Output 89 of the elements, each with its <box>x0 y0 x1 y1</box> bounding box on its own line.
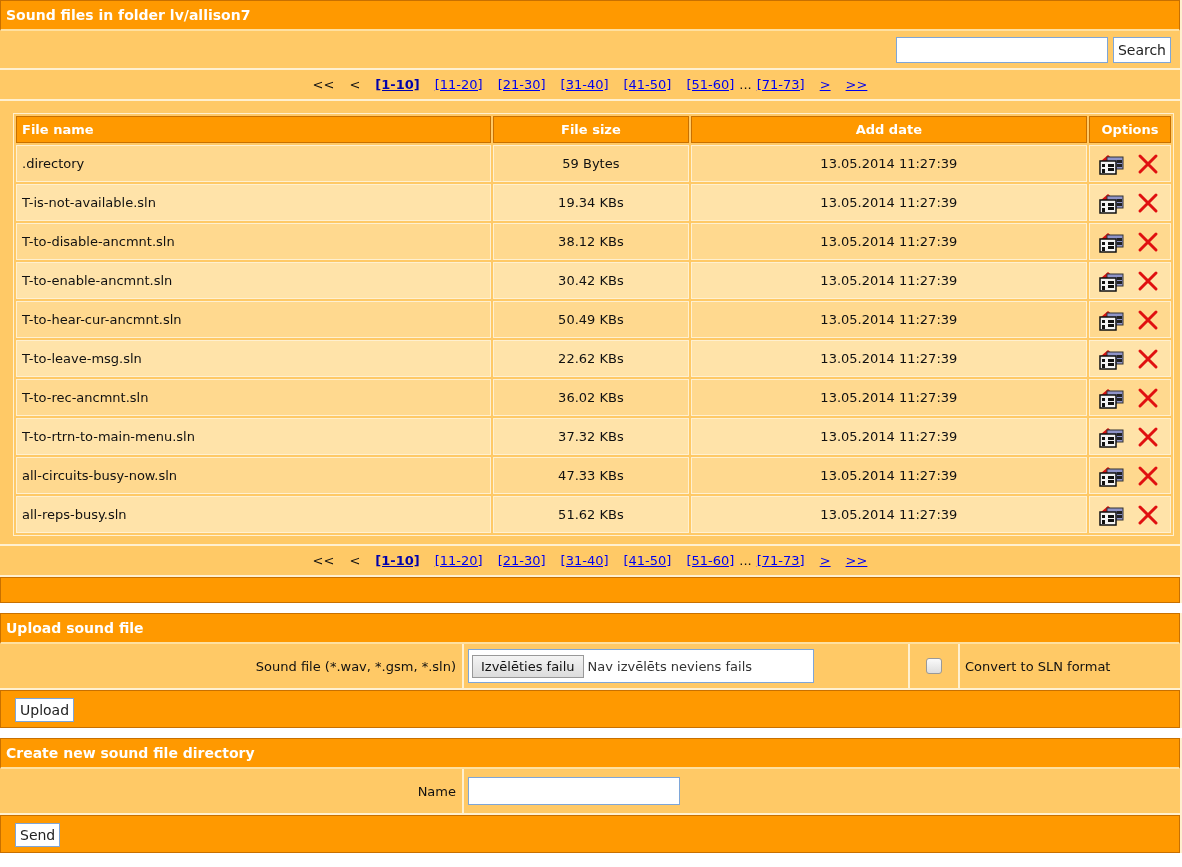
checkbox-label: Convert to SLN format <box>964 657 1112 676</box>
file-size-cell: 47.33 KBs <box>493 457 689 494</box>
file-size-cell: 19.34 KBs <box>493 184 689 221</box>
file-size-cell: 59 Bytes <box>493 145 689 182</box>
field-label: Sound file (*.wav, *.gsm, *.sln) <box>0 644 464 688</box>
section-title: Create new sound file directory <box>0 738 1180 769</box>
file-size-cell: 36.02 KBs <box>493 379 689 416</box>
page-link[interactable]: [11-20] <box>434 76 483 92</box>
building-icon[interactable] <box>1098 308 1126 331</box>
section-title: Sound files in folder lv/allison7 <box>0 0 1180 31</box>
choose-file-button[interactable]: Izvēlēties failu <box>472 654 584 678</box>
date-cell: 13.05.2014 11:27:39 <box>690 457 1088 494</box>
file-size-cell: 22.62 KBs <box>493 340 689 377</box>
column-header: Options <box>1089 116 1171 143</box>
page-link[interactable]: [51-60] <box>686 552 735 568</box>
file-size-cell: 38.12 KBs <box>493 223 689 260</box>
file-name-cell: T-to-leave-msg.sln <box>16 340 492 377</box>
page-nav-link[interactable]: > <box>819 76 831 92</box>
file-name-cell: .directory <box>16 145 492 182</box>
file-size-cell: 50.49 KBs <box>493 301 689 338</box>
file-name-cell: T-to-rec-ancmnt.sln <box>16 379 492 416</box>
page-link[interactable]: [31-40] <box>560 552 609 568</box>
delete-icon[interactable] <box>1137 503 1160 526</box>
page-link[interactable]: [41-50] <box>623 552 672 568</box>
delete-icon[interactable] <box>1137 308 1160 331</box>
page-nav-link[interactable]: > <box>819 552 831 568</box>
page-nav-link[interactable]: >> <box>845 76 868 92</box>
file-size-cell: 37.32 KBs <box>493 418 689 455</box>
building-icon[interactable] <box>1098 191 1126 214</box>
search-button[interactable]: Search <box>1112 37 1171 63</box>
name-field[interactable] <box>468 777 680 805</box>
delete-icon[interactable] <box>1137 152 1160 175</box>
file-size-cell: 30.42 KBs <box>493 262 689 299</box>
convert-checkbox[interactable] <box>926 658 942 674</box>
date-cell: 13.05.2014 11:27:39 <box>690 145 1088 182</box>
section-title: Upload sound file <box>0 613 1180 644</box>
delete-icon[interactable] <box>1137 230 1160 253</box>
date-cell: 13.05.2014 11:27:39 <box>690 379 1088 416</box>
page-ellipsis: ... <box>739 76 752 92</box>
page-link[interactable]: [1-10] <box>375 76 420 92</box>
date-cell: 13.05.2014 11:27:39 <box>690 301 1088 338</box>
file-input[interactable]: Izvēlēties failu Nav izvēlēts neviens fails <box>468 649 814 683</box>
file-name-cell: all-circuits-busy-now.sln <box>16 457 492 494</box>
delete-icon[interactable] <box>1137 347 1160 370</box>
file-name-cell: T-is-not-available.sln <box>16 184 492 221</box>
send-button[interactable]: Send <box>15 823 61 847</box>
delete-icon[interactable] <box>1137 464 1160 487</box>
page-link[interactable]: [31-40] <box>560 76 609 92</box>
delete-icon[interactable] <box>1137 386 1160 409</box>
page-link[interactable]: [71-73] <box>756 552 805 568</box>
building-icon[interactable] <box>1098 425 1126 448</box>
building-icon[interactable] <box>1098 464 1126 487</box>
file-name-cell: T-to-hear-cur-ancmnt.sln <box>16 301 492 338</box>
date-cell: 13.05.2014 11:27:39 <box>690 496 1088 533</box>
page-link[interactable]: [1-10] <box>375 552 420 568</box>
upload-button[interactable]: Upload <box>15 698 75 722</box>
building-icon[interactable] <box>1098 230 1126 253</box>
file-status: Nav izvēlēts neviens fails <box>587 658 753 674</box>
date-cell: 13.05.2014 11:27:39 <box>690 262 1088 299</box>
delete-icon[interactable] <box>1137 191 1160 214</box>
file-name-cell: T-to-disable-ancmnt.sln <box>16 223 492 260</box>
building-icon[interactable] <box>1098 503 1126 526</box>
column-header: Add date <box>690 116 1088 143</box>
page-nav-link[interactable]: >> <box>845 552 868 568</box>
building-icon[interactable] <box>1098 386 1126 409</box>
page-ellipsis: ... <box>739 552 752 568</box>
delete-icon[interactable] <box>1137 425 1160 448</box>
building-icon[interactable] <box>1098 152 1126 175</box>
file-name-cell: all-reps-busy.sln <box>16 496 492 533</box>
file-name-cell: T-to-rtrn-to-main-menu.sln <box>16 418 492 455</box>
building-icon[interactable] <box>1098 269 1126 292</box>
file-name-cell: T-to-enable-ancmnt.sln <box>16 262 492 299</box>
file-size-cell: 51.62 KBs <box>493 496 689 533</box>
date-cell: 13.05.2014 11:27:39 <box>690 223 1088 260</box>
page-link[interactable]: [71-73] <box>756 76 805 92</box>
page-link[interactable]: [41-50] <box>623 76 672 92</box>
page-link[interactable]: [11-20] <box>434 552 483 568</box>
delete-icon[interactable] <box>1137 269 1160 292</box>
page-link[interactable]: [21-30] <box>497 76 546 92</box>
date-cell: 13.05.2014 11:27:39 <box>690 340 1088 377</box>
search-field[interactable] <box>895 37 1108 63</box>
building-icon[interactable] <box>1098 347 1126 370</box>
column-header: File name <box>16 116 492 143</box>
column-header: File size <box>493 116 689 143</box>
date-cell: 13.05.2014 11:27:39 <box>690 184 1088 221</box>
date-cell: 13.05.2014 11:27:39 <box>690 418 1088 455</box>
page-link[interactable]: [21-30] <box>497 552 546 568</box>
page-link[interactable]: [51-60] <box>686 76 735 92</box>
field-label: Name <box>0 769 464 813</box>
